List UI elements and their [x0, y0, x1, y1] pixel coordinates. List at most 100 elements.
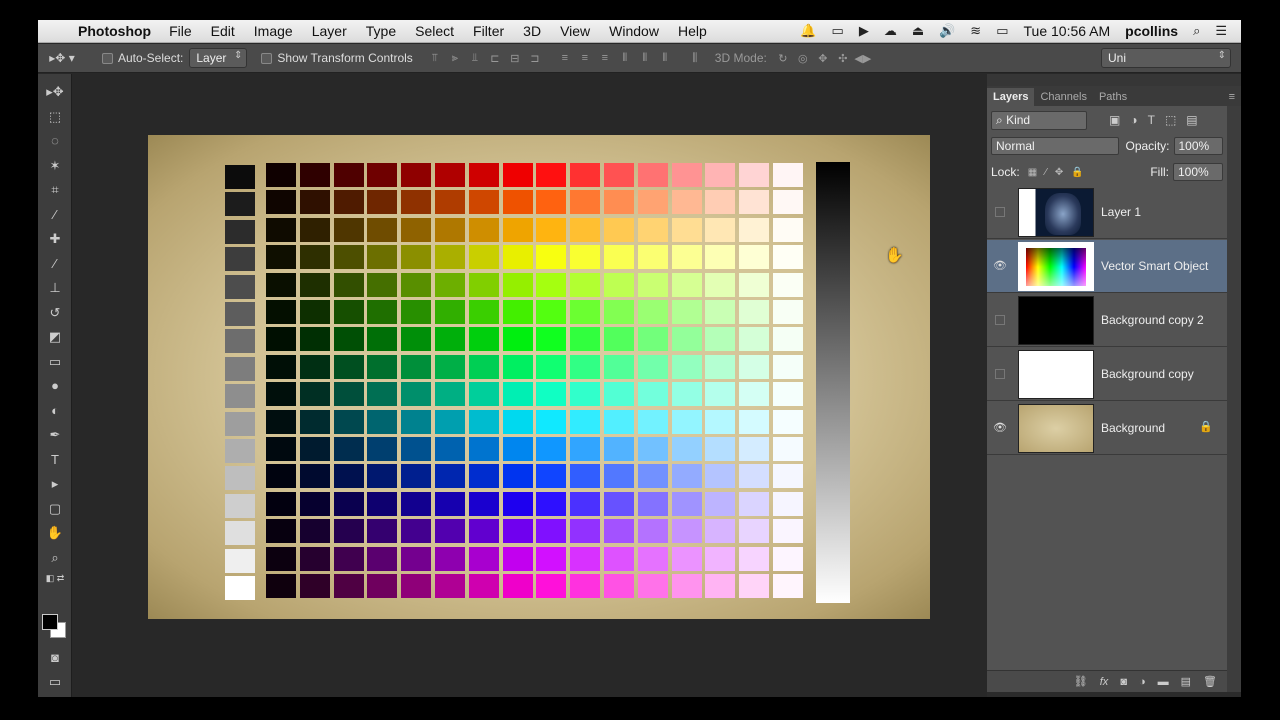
- menu-view[interactable]: View: [560, 23, 590, 39]
- menu-type[interactable]: Type: [366, 23, 396, 39]
- lasso-tool-icon[interactable]: ◌: [38, 129, 72, 154]
- auto-align-icon[interactable]: ⫼: [685, 52, 705, 65]
- distribute-hcenter-icon[interactable]: ⦀: [635, 52, 655, 65]
- workspace-dropdown[interactable]: Uni: [1101, 48, 1231, 68]
- move-tool-preset-icon[interactable]: ▸✥ ▾: [38, 51, 86, 65]
- auto-select-checkbox[interactable]: Auto-Select:: [102, 51, 183, 65]
- quick-select-tool-icon[interactable]: ✶: [38, 154, 72, 179]
- lock-all-icon[interactable]: 🔒: [1071, 167, 1083, 178]
- screen-mode-icon[interactable]: ▭: [38, 670, 72, 695]
- show-transform-checkbox-box[interactable]: [261, 52, 273, 64]
- notification-center-icon[interactable]: ☰: [1215, 23, 1227, 39]
- auto-select-dropdown[interactable]: Layer: [189, 48, 248, 68]
- panel-menu-icon[interactable]: ≡: [1223, 88, 1241, 106]
- menu-window[interactable]: Window: [609, 23, 659, 39]
- layer-name[interactable]: Layer 1: [1101, 205, 1141, 219]
- clock[interactable]: Tue 10:56 AM: [1024, 23, 1111, 39]
- filter-smart-object-icon[interactable]: ▤: [1186, 113, 1197, 127]
- menu-file[interactable]: File: [169, 23, 192, 39]
- delete-layer-icon[interactable]: 🗑: [1203, 675, 1217, 688]
- canvas-area[interactable]: ✋: [73, 74, 986, 697]
- distribute-top-icon[interactable]: ≡: [555, 52, 575, 65]
- battery-icon[interactable]: ▭: [996, 23, 1008, 39]
- layer-filter-dropdown[interactable]: ⌕ Kind: [991, 110, 1087, 130]
- path-select-tool-icon[interactable]: ▸: [38, 472, 72, 497]
- filter-adjustment-icon[interactable]: ◑: [1130, 113, 1137, 127]
- user-name[interactable]: pcollins: [1125, 23, 1178, 39]
- align-vcenter-icon[interactable]: ⫸: [445, 52, 465, 65]
- new-layer-icon[interactable]: ▤: [1181, 675, 1191, 688]
- align-bottom-icon[interactable]: ⫫: [465, 52, 485, 65]
- lock-transparent-icon[interactable]: ▦: [1028, 167, 1037, 178]
- volume-icon[interactable]: 🔊: [939, 23, 955, 39]
- blend-mode-dropdown[interactable]: Normal: [991, 137, 1120, 155]
- layer-name[interactable]: Background: [1101, 421, 1165, 435]
- fill-input[interactable]: 100%: [1173, 163, 1223, 181]
- new-group-icon[interactable]: ▬: [1158, 676, 1169, 688]
- tab-layers[interactable]: Layers: [987, 88, 1035, 106]
- layer-style-icon[interactable]: fx: [1100, 676, 1109, 688]
- link-layers-icon[interactable]: ⛓: [1074, 675, 1088, 688]
- gradient-tool-icon[interactable]: ▭: [38, 350, 72, 375]
- 3d-scale-icon[interactable]: ◀▶: [853, 52, 873, 65]
- filter-type-icon[interactable]: T: [1148, 113, 1155, 127]
- eyedropper-tool-icon[interactable]: ⁄: [38, 203, 72, 228]
- layer-row[interactable]: Background copy: [987, 348, 1227, 401]
- tab-channels[interactable]: Channels: [1034, 88, 1092, 106]
- spotlight-search-icon[interactable]: ⌕: [1193, 23, 1200, 39]
- visibility-toggle[interactable]: [995, 369, 1005, 379]
- 3d-rotate-icon[interactable]: ↻: [773, 52, 793, 65]
- add-mask-icon[interactable]: ◙: [1120, 676, 1127, 688]
- display-icon[interactable]: ▭: [832, 23, 844, 39]
- eraser-tool-icon[interactable]: ◩: [38, 325, 72, 350]
- lock-position-icon[interactable]: ✥: [1055, 167, 1063, 178]
- distribute-right-icon[interactable]: ⦀: [655, 52, 675, 65]
- menu-layer[interactable]: Layer: [312, 23, 347, 39]
- auto-select-checkbox-box[interactable]: [102, 52, 113, 64]
- show-transform-checkbox[interactable]: Show Transform Controls: [261, 51, 413, 65]
- visibility-toggle[interactable]: [995, 315, 1005, 325]
- quick-mask-icon[interactable]: ◙: [38, 646, 72, 671]
- layer-row[interactable]: 👁 Vector Smart Object: [987, 240, 1227, 293]
- 3d-slide-icon[interactable]: ✣: [833, 52, 853, 65]
- layer-row[interactable]: Layer 1: [987, 186, 1227, 239]
- layers-scrollbar[interactable]: [1227, 106, 1241, 692]
- app-menu[interactable]: Photoshop: [78, 23, 151, 39]
- visibility-toggle[interactable]: [995, 207, 1005, 217]
- shape-tool-icon[interactable]: ▢: [38, 497, 72, 522]
- adjustment-layer-icon[interactable]: ◑: [1139, 676, 1146, 688]
- align-hcenter-icon[interactable]: ⊟: [505, 52, 525, 65]
- distribute-left-icon[interactable]: ⦀: [615, 52, 635, 65]
- menu-select[interactable]: Select: [415, 23, 454, 39]
- clone-stamp-tool-icon[interactable]: ⊥: [38, 276, 72, 301]
- lock-pixels-icon[interactable]: ⁄: [1045, 167, 1047, 178]
- zoom-tool-icon[interactable]: ⌕: [38, 546, 72, 571]
- brush-tool-icon[interactable]: ⁄: [38, 252, 72, 277]
- align-left-icon[interactable]: ⊏: [485, 52, 505, 65]
- crop-tool-icon[interactable]: ⌗: [38, 178, 72, 203]
- layer-name[interactable]: Vector Smart Object: [1101, 259, 1208, 273]
- healing-brush-tool-icon[interactable]: ✚: [38, 227, 72, 252]
- 3d-drag-icon[interactable]: ✥: [813, 52, 833, 65]
- hand-tool-icon[interactable]: ✋: [38, 521, 72, 546]
- creative-cloud-icon[interactable]: ☁: [884, 23, 897, 39]
- camera-icon[interactable]: ▶: [859, 23, 869, 39]
- layer-row[interactable]: Background copy 2: [987, 294, 1227, 347]
- filter-pixel-icon[interactable]: ▣: [1109, 113, 1120, 127]
- marquee-tool-icon[interactable]: ⬚: [38, 105, 72, 130]
- tab-paths[interactable]: Paths: [1093, 88, 1133, 106]
- blur-tool-icon[interactable]: ●: [38, 374, 72, 399]
- layer-name[interactable]: Background copy 2: [1101, 313, 1204, 327]
- 3d-roll-icon[interactable]: ◎: [793, 52, 813, 65]
- align-right-icon[interactable]: ⊐: [525, 52, 545, 65]
- menu-image[interactable]: Image: [254, 23, 293, 39]
- eye-icon[interactable]: 👁: [993, 259, 1007, 273]
- history-brush-tool-icon[interactable]: ↺: [38, 301, 72, 326]
- align-top-icon[interactable]: ⫪: [425, 52, 445, 65]
- eye-icon[interactable]: 👁: [993, 421, 1007, 435]
- layer-row[interactable]: 👁 Background 🔒: [987, 402, 1227, 455]
- document-canvas[interactable]: [148, 135, 930, 619]
- distribute-vcenter-icon[interactable]: ≡: [575, 52, 595, 65]
- type-tool-icon[interactable]: T: [38, 448, 72, 473]
- distribute-bottom-icon[interactable]: ≡: [595, 52, 615, 65]
